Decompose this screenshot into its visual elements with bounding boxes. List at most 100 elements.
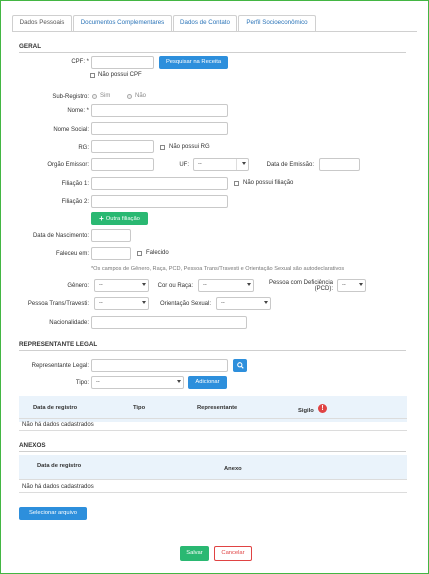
sub-registro-nao-label: Não bbox=[135, 93, 147, 99]
cor-raca-select-value: -- bbox=[203, 282, 207, 288]
col-header-anexo: Anexo bbox=[224, 466, 242, 472]
orientacao-label: Orientação Sexual: bbox=[159, 301, 211, 307]
tipo-label: Tipo: bbox=[75, 380, 89, 386]
divider bbox=[19, 52, 406, 53]
col-header-data-registro: Data de registro bbox=[37, 463, 82, 469]
chevron-down-icon bbox=[264, 301, 268, 304]
nao-possui-rg-label: Não possui RG bbox=[169, 144, 210, 150]
divider bbox=[19, 479, 407, 480]
chevron-down-icon bbox=[142, 283, 146, 286]
representante-legal-input[interactable] bbox=[91, 359, 228, 372]
section-title-representante-legal: REPRESENTANTE LEGAL bbox=[19, 341, 98, 348]
chevron-down-icon bbox=[247, 283, 251, 286]
filiacao1-label: Filiação 1: bbox=[61, 181, 89, 187]
outra-filiacao-button[interactable]: + Outra filiação bbox=[91, 212, 148, 225]
genero-select[interactable]: -- bbox=[94, 279, 149, 292]
falecido-checkbox[interactable] bbox=[137, 251, 142, 256]
nome-input[interactable] bbox=[91, 104, 228, 117]
pcd-label: Pessoa com Deficiência (PCD): bbox=[268, 280, 333, 292]
plus-icon: + bbox=[99, 214, 104, 223]
alert-icon[interactable]: ! bbox=[318, 404, 327, 413]
data-nascimento-label: Data de Nascimento: bbox=[32, 233, 89, 239]
uf-select[interactable]: -- bbox=[193, 158, 249, 171]
uf-label: UF: bbox=[179, 162, 189, 168]
nao-possui-rg-checkbox[interactable] bbox=[160, 145, 165, 150]
nome-social-label: Nome Social: bbox=[53, 127, 89, 133]
col-header-sigilo: Sigilo bbox=[298, 408, 314, 414]
trans-select-value: -- bbox=[99, 300, 103, 306]
anexos-empty-text: Não há dados cadastrados bbox=[22, 484, 94, 490]
col-header-data-registro: Data de registro bbox=[33, 405, 78, 411]
pcd-select-value: -- bbox=[342, 282, 346, 288]
divider bbox=[19, 418, 407, 419]
falecido-label: Falecido bbox=[146, 250, 169, 256]
nacionalidade-label: Nacionalidade: bbox=[49, 320, 89, 326]
pesquisar-receita-button[interactable]: Pesquisar na Receita bbox=[159, 56, 228, 69]
nome-label: Nome: * bbox=[67, 108, 89, 114]
col-header-tipo: Tipo bbox=[133, 405, 146, 411]
cancelar-button[interactable]: Cancelar bbox=[214, 546, 252, 561]
tab-perfil-socioeconomico[interactable]: Perfil Socioeconômico bbox=[238, 15, 316, 31]
filiacao2-input[interactable] bbox=[91, 195, 228, 208]
nao-possui-cpf-checkbox[interactable] bbox=[90, 73, 95, 78]
nao-possui-filiacao-label: Não possui filiação bbox=[243, 180, 294, 186]
search-button[interactable] bbox=[233, 359, 247, 372]
sub-registro-nao-radio[interactable] bbox=[127, 94, 132, 99]
cor-raca-select[interactable]: -- bbox=[198, 279, 254, 292]
divider bbox=[19, 492, 407, 493]
tab-divider bbox=[12, 31, 417, 32]
data-emissao-input[interactable] bbox=[319, 158, 360, 171]
trans-select[interactable]: -- bbox=[94, 297, 149, 310]
data-nascimento-input[interactable] bbox=[91, 229, 131, 242]
sub-registro-sim-radio[interactable] bbox=[92, 94, 97, 99]
genero-label: Gênero: bbox=[67, 283, 89, 289]
chevron-down-icon bbox=[359, 283, 363, 286]
representante-legal-label: Representante Legal: bbox=[31, 363, 89, 369]
genero-select-value: -- bbox=[99, 282, 103, 288]
cpf-label: CPF: * bbox=[71, 59, 89, 65]
orgao-emissor-input[interactable] bbox=[91, 158, 154, 171]
orgao-emissor-label: Orgão Emissor: bbox=[47, 162, 89, 168]
tab-dados-pessoais[interactable]: Dados Pessoais bbox=[12, 15, 72, 32]
pcd-select[interactable]: -- bbox=[337, 279, 366, 292]
salvar-button[interactable]: Salvar bbox=[180, 546, 209, 561]
tab-dados-contato[interactable]: Dados de Contato bbox=[173, 15, 237, 31]
tipo-select-value: -- bbox=[96, 379, 100, 385]
chevron-down-icon bbox=[177, 380, 181, 383]
orientacao-select-value: -- bbox=[221, 300, 225, 306]
data-emissao-label: Data de Emissão: bbox=[266, 162, 314, 168]
nacionalidade-input[interactable] bbox=[91, 316, 247, 329]
outra-filiacao-label: Outra filiação bbox=[105, 216, 140, 223]
divider bbox=[19, 350, 406, 351]
cor-raca-label: Cor ou Raça: bbox=[157, 283, 193, 289]
adicionar-button[interactable]: Adicionar bbox=[188, 376, 227, 389]
tipo-select[interactable]: -- bbox=[91, 376, 184, 389]
cpf-input[interactable] bbox=[91, 56, 154, 69]
search-icon bbox=[236, 362, 244, 369]
nao-possui-filiacao-checkbox[interactable] bbox=[234, 181, 239, 186]
nao-possui-cpf-label: Não possui CPF bbox=[98, 72, 142, 78]
nome-social-input[interactable] bbox=[91, 122, 228, 135]
rg-label: RG: bbox=[78, 145, 89, 151]
autodeclarativos-note: *Os campos de Gênero, Raça, PCD, Pessoa … bbox=[91, 266, 345, 272]
divider bbox=[19, 430, 407, 431]
uf-select-value: -- bbox=[198, 161, 202, 167]
orientacao-select[interactable]: -- bbox=[216, 297, 271, 310]
tab-documentos-complementares[interactable]: Documentos Complementares bbox=[73, 15, 172, 31]
faleceu-input[interactable] bbox=[91, 247, 131, 260]
chevron-down-icon bbox=[142, 301, 146, 304]
chevron-down-icon bbox=[242, 162, 246, 165]
section-title-anexos: ANEXOS bbox=[19, 442, 46, 449]
section-title-geral: GERAL bbox=[19, 43, 42, 50]
representante-empty-text: Não há dados cadastrados bbox=[22, 422, 94, 428]
selecionar-arquivo-button[interactable]: Selecionar arquivo bbox=[19, 507, 87, 520]
sub-registro-sim-label: Sim bbox=[100, 93, 111, 99]
rg-input[interactable] bbox=[91, 140, 154, 153]
faleceu-label: Faleceu em: bbox=[55, 251, 89, 257]
filiacao2-label: Filiação 2: bbox=[61, 199, 89, 205]
trans-label: Pessoa Trans/Travesti: bbox=[27, 301, 89, 307]
divider bbox=[19, 451, 406, 452]
sub-registro-label: Sub-Registro: bbox=[52, 94, 89, 100]
filiacao1-input[interactable] bbox=[91, 177, 228, 190]
col-header-representante: Representante bbox=[197, 405, 238, 411]
